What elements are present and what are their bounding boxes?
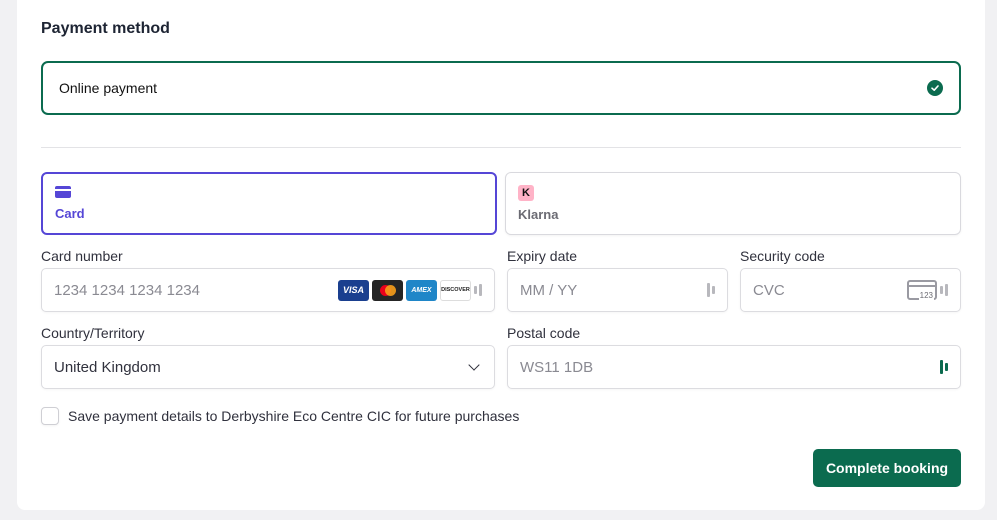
country-label: Country/Territory xyxy=(41,325,145,341)
mastercard-icon xyxy=(372,279,403,301)
cvc-placeholder: CVC xyxy=(753,281,785,299)
tab-card[interactable]: Card xyxy=(41,172,497,235)
check-circle-icon xyxy=(927,80,943,96)
section-title: Payment method xyxy=(41,20,170,37)
expiry-label: Expiry date xyxy=(507,248,578,264)
postal-code-field[interactable]: WS11 1DB xyxy=(507,345,961,389)
country-value: United Kingdom xyxy=(54,358,161,376)
card-number-label: Card number xyxy=(41,248,123,264)
chevron-down-icon xyxy=(468,359,480,371)
save-details-row: Save payment details to Derbyshire Eco C… xyxy=(41,407,519,425)
security-code-field[interactable]: CVC 123 xyxy=(740,268,961,312)
save-details-label[interactable]: Save payment details to Derbyshire Eco C… xyxy=(68,408,519,424)
discover-icon: DISCOVER xyxy=(440,279,471,301)
link-pay-icon xyxy=(940,283,948,297)
payment-option-online[interactable]: Online payment xyxy=(41,61,961,115)
klarna-icon: K xyxy=(518,185,534,201)
postal-code-label: Postal code xyxy=(507,325,581,341)
divider xyxy=(41,147,961,148)
link-pay-icon xyxy=(707,283,715,297)
expiry-field[interactable]: MM / YY xyxy=(507,268,728,312)
link-pay-icon xyxy=(940,360,948,374)
payment-option-label: Online payment xyxy=(59,80,158,96)
security-code-label: Security code xyxy=(740,248,825,264)
cvc-card-icon: 123 xyxy=(907,280,937,300)
card-number-placeholder: 1234 1234 1234 1234 xyxy=(54,281,200,299)
visa-icon: VISA xyxy=(338,279,369,301)
link-pay-icon xyxy=(474,283,482,297)
tab-klarna-label: Klarna xyxy=(518,207,559,222)
tab-card-label: Card xyxy=(55,206,85,221)
postal-code-value: WS11 1DB xyxy=(520,358,594,376)
expiry-placeholder: MM / YY xyxy=(520,281,578,299)
card-number-field[interactable]: 1234 1234 1234 1234 VISA AMEX DISCOVER xyxy=(41,268,495,312)
card-brand-logos: VISA AMEX DISCOVER xyxy=(338,279,482,301)
country-select[interactable]: United Kingdom xyxy=(41,345,495,389)
tab-klarna[interactable]: K Klarna xyxy=(505,172,961,235)
complete-booking-button[interactable]: Complete booking xyxy=(813,449,961,487)
save-details-checkbox[interactable] xyxy=(41,407,59,425)
amex-icon: AMEX xyxy=(406,279,437,301)
card-icon xyxy=(55,186,71,198)
